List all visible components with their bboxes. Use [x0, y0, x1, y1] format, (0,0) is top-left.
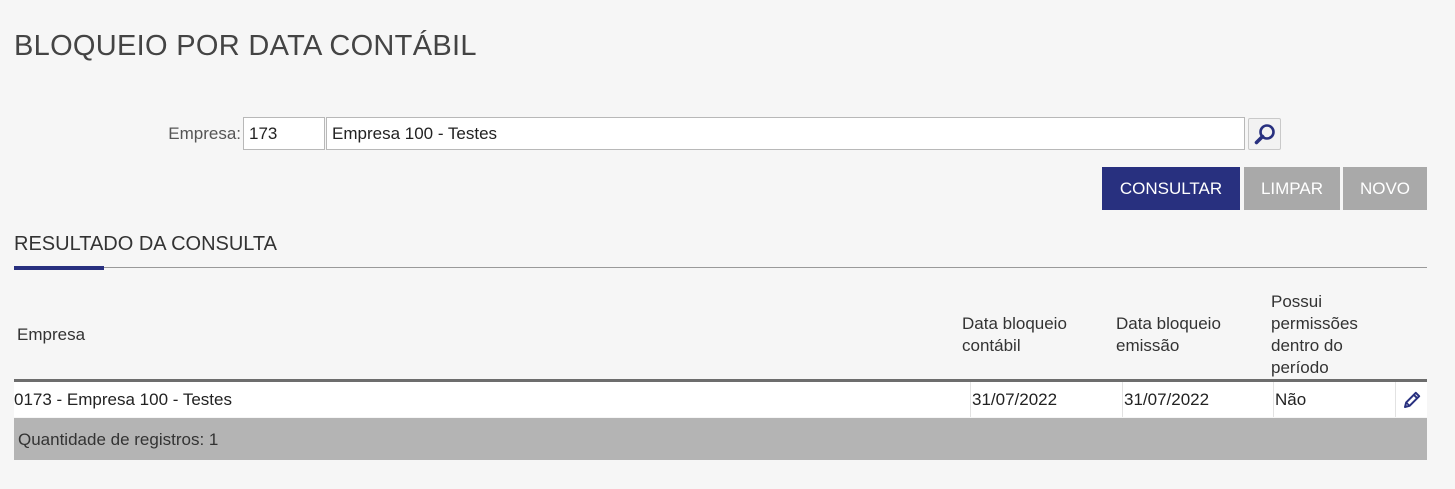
column-header-data-contabil-line-1: Data bloqueio	[962, 314, 1067, 333]
magnifier-icon	[1254, 124, 1275, 145]
limpar-button[interactable]: LIMPAR	[1244, 167, 1340, 210]
results-divider	[14, 267, 1427, 268]
table-row: 0173 - Empresa 100 - Testes 31/07/2022 3…	[14, 382, 1427, 417]
cell-permissoes: Não	[1273, 382, 1395, 417]
column-header-data-contabil-line-2: contábil	[962, 336, 1021, 355]
empresa-label: Empresa:	[168, 124, 241, 143]
column-header-data-emissao-line-2: emissão	[1116, 336, 1180, 355]
column-header-permissoes-line-1: Possui	[1271, 292, 1323, 311]
novo-button[interactable]: NOVO	[1343, 167, 1427, 210]
column-header-data-emissao: Data bloqueio emissão	[1116, 313, 1221, 357]
results-title: RESULTADO DA CONSULTA	[14, 233, 278, 255]
column-header-data-contabil: Data bloqueio contábil	[962, 313, 1067, 357]
column-header-permissoes-line-4: período	[1271, 358, 1329, 377]
page-title: BLOQUEIO POR DATA CONTÁBIL	[14, 30, 477, 62]
record-count: Quantidade de registros: 1	[18, 430, 219, 449]
consultar-button[interactable]: CONSULTAR	[1102, 167, 1240, 210]
search-button[interactable]	[1248, 118, 1281, 150]
edit-button[interactable]	[1395, 382, 1427, 417]
column-header-permissoes: Possui permissões dentro do período	[1271, 291, 1358, 379]
column-header-empresa: Empresa	[17, 324, 85, 346]
empresa-code-input[interactable]	[243, 117, 325, 150]
column-header-permissoes-line-3: dentro do	[1271, 336, 1343, 355]
pencil-icon	[1403, 391, 1420, 408]
table-footer: Quantidade de registros: 1	[14, 418, 1427, 460]
column-header-permissoes-line-2: permissões	[1271, 314, 1358, 333]
cell-empresa: 0173 - Empresa 100 - Testes	[14, 390, 232, 409]
cell-data-contabil: 31/07/2022	[970, 382, 1122, 417]
results-title-accent	[14, 266, 104, 270]
empresa-filter: Empresa:	[0, 117, 1455, 150]
empresa-name-input[interactable]	[326, 117, 1245, 150]
cell-data-emissao: 31/07/2022	[1122, 382, 1273, 417]
column-header-data-emissao-line-1: Data bloqueio	[1116, 314, 1221, 333]
column-header-empresa-text: Empresa	[17, 325, 86, 344]
